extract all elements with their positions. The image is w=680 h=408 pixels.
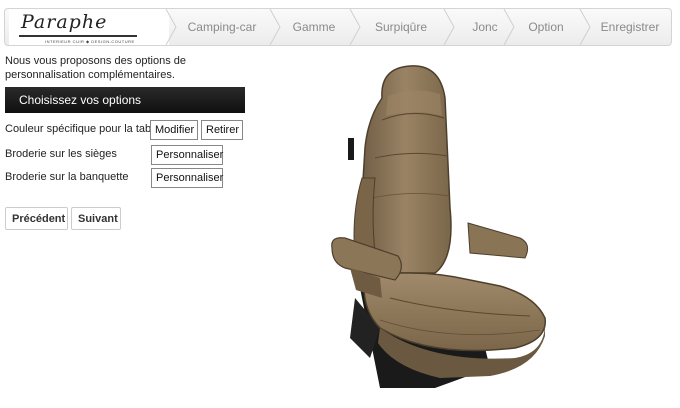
intro-text: Nous vous proposons des options de perso… bbox=[5, 54, 225, 82]
customize-seat-embroidery-button[interactable]: Personnaliser bbox=[151, 145, 223, 165]
chevron-right-icon bbox=[349, 9, 361, 45]
chevron-right-icon bbox=[443, 9, 455, 45]
seat-image bbox=[320, 58, 560, 398]
brand-name: Paraphe bbox=[21, 11, 108, 33]
logo-underline bbox=[19, 35, 137, 37]
brand-tagline: INTERIEUR CUIR ◆ DESIGN-COUTURE bbox=[45, 39, 135, 44]
top-nav-bar: Paraphe INTERIEUR CUIR ◆ DESIGN-COUTURE … bbox=[4, 8, 672, 46]
brand-logo[interactable]: Paraphe INTERIEUR CUIR ◆ DESIGN-COUTURE bbox=[9, 9, 169, 45]
step-option[interactable]: Option bbox=[515, 9, 577, 45]
remove-table-color-button[interactable]: Retirer bbox=[201, 120, 243, 140]
section-header: Choisissez vos options bbox=[5, 87, 245, 113]
chevron-right-icon bbox=[503, 9, 515, 45]
intro-line-2: personnalisation complémentaires. bbox=[5, 69, 175, 81]
modify-table-color-button[interactable]: Modifier bbox=[150, 120, 198, 140]
previous-button[interactable]: Précédent bbox=[5, 207, 68, 230]
next-button[interactable]: Suivant bbox=[71, 207, 121, 230]
step-camping-car[interactable]: Camping-car bbox=[177, 9, 267, 45]
customize-bench-embroidery-button[interactable]: Personnaliser bbox=[151, 168, 223, 188]
option-label-bench-embroidery: Broderie sur la banquette bbox=[5, 171, 129, 183]
option-label-seat-embroidery: Broderie sur les sièges bbox=[5, 148, 117, 160]
step-enregistrer[interactable]: Enregistrer bbox=[589, 9, 671, 45]
chevron-right-icon bbox=[165, 9, 177, 45]
step-surpiqure[interactable]: Surpiqûre bbox=[361, 9, 441, 45]
chevron-right-icon bbox=[269, 9, 281, 45]
step-breadcrumb: Camping-car Gamme Surpiqûre Jonc Option … bbox=[165, 9, 671, 45]
intro-line-1: Nous vous proposons des options de bbox=[5, 55, 187, 67]
option-label-table-color: Couleur spécifique pour la table bbox=[5, 123, 160, 135]
step-gamme[interactable]: Gamme bbox=[281, 9, 347, 45]
